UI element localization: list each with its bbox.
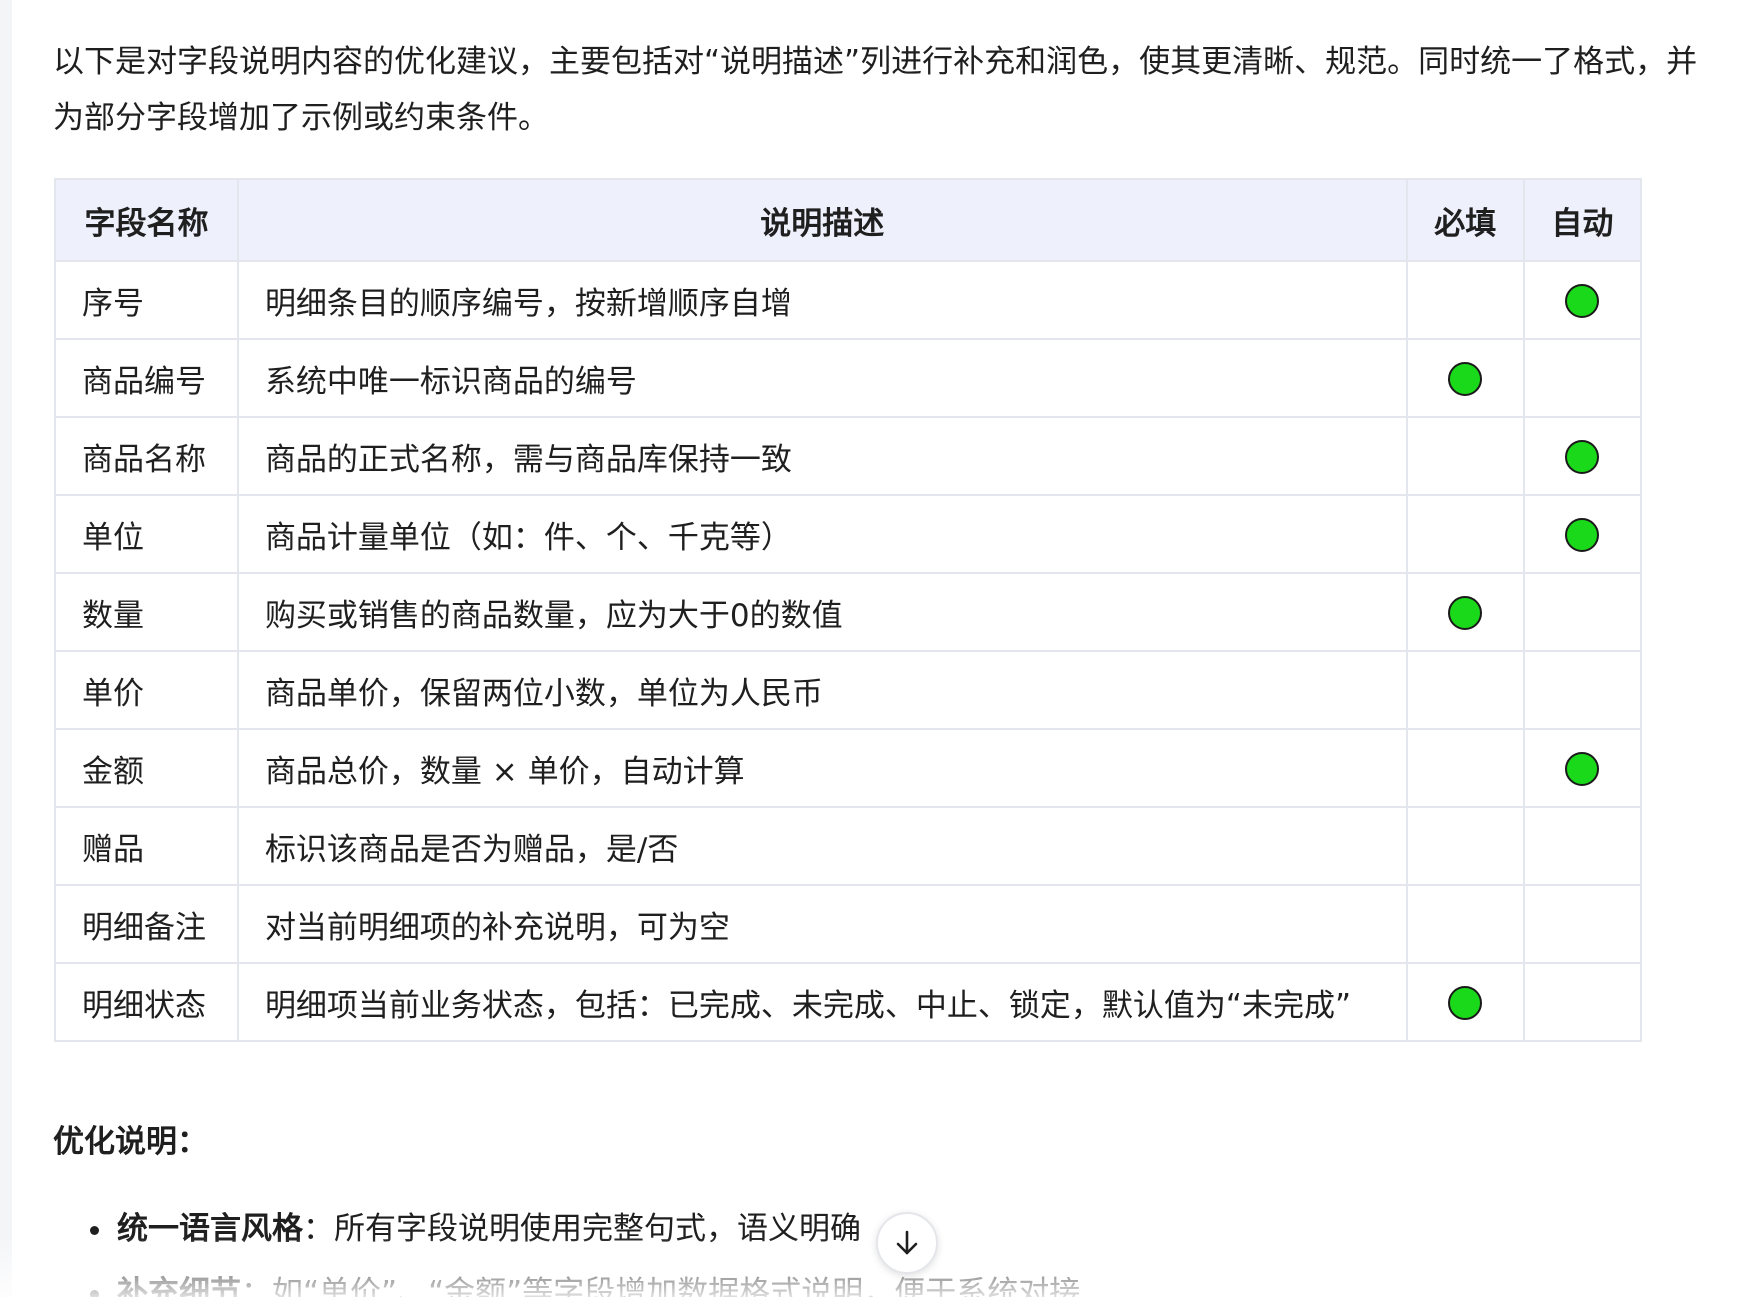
cell-auto <box>1522 338 1643 418</box>
required-indicator-dot <box>1448 362 1483 397</box>
cell-field-name: 单位 <box>54 494 239 574</box>
cell-auto <box>1522 416 1643 496</box>
table-row: 商品名称 商品的正式名称，需与商品库保持一致 <box>54 416 1643 496</box>
cell-auto <box>1522 962 1643 1042</box>
header-description: 说明描述 <box>236 178 1408 262</box>
bullet-keyword: 补充细节 <box>117 1275 241 1297</box>
arrow-down-icon <box>896 1230 918 1255</box>
bullet-keyword: 统一语言风格 <box>117 1211 303 1247</box>
cell-description: 标识该商品是否为赠品，是/否 <box>236 806 1408 886</box>
auto-indicator-dot <box>1565 752 1600 787</box>
table-row: 商品编号 系统中唯一标识商品的编号 <box>54 338 1643 418</box>
bullet-text: ：如“单价”、“金额”等字段增加数据格式说明，便于系统对接 <box>241 1275 1081 1297</box>
cell-required <box>1405 884 1525 964</box>
cell-description: 商品的正式名称，需与商品库保持一致 <box>236 416 1408 496</box>
cell-field-name: 单价 <box>54 650 239 730</box>
cell-auto <box>1522 650 1643 730</box>
required-indicator-dot <box>1448 596 1483 631</box>
cell-required <box>1405 650 1525 730</box>
table-row: 序号 明细条目的顺序编号，按新增顺序自增 <box>54 260 1643 340</box>
table-row: 明细备注 对当前明细项的补充说明，可为空 <box>54 884 1643 964</box>
cell-auto <box>1522 806 1643 886</box>
auto-indicator-dot <box>1565 440 1600 475</box>
header-required: 必填 <box>1405 178 1525 262</box>
table-row: 单位 商品计量单位（如：件、个、千克等） <box>54 494 1643 574</box>
cell-auto <box>1522 728 1643 808</box>
cell-field-name: 赠品 <box>54 806 239 886</box>
cell-required <box>1405 338 1525 418</box>
table-row: 明细状态 明细项当前业务状态，包括：已完成、未完成、中止、锁定，默认值为“未完成” <box>54 962 1643 1042</box>
cell-required <box>1405 260 1525 340</box>
cell-field-name: 金额 <box>54 728 239 808</box>
cell-description: 商品计量单位（如：件、个、千克等） <box>236 494 1408 574</box>
bullet-text: ：所有字段说明使用完整句式，语义明确 <box>303 1211 861 1247</box>
cell-auto <box>1522 494 1643 574</box>
scroll-to-bottom-button[interactable] <box>876 1212 938 1274</box>
cell-required <box>1405 806 1525 886</box>
table-row: 数量 购买或销售的商品数量，应为大于0的数值 <box>54 572 1643 652</box>
notes-bullet-item: 补充细节：如“单价”、“金额”等字段增加数据格式说明，便于系统对接 <box>86 1271 1080 1297</box>
table-row: 单价 商品单价，保留两位小数，单位为人民币 <box>54 650 1643 730</box>
table-row: 赠品 标识该商品是否为赠品，是/否 <box>54 806 1643 886</box>
cell-description: 对当前明细项的补充说明，可为空 <box>236 884 1408 964</box>
cell-field-name: 序号 <box>54 260 239 340</box>
cell-field-name: 数量 <box>54 572 239 652</box>
header-auto: 自动 <box>1522 178 1643 262</box>
cell-description: 明细项当前业务状态，包括：已完成、未完成、中止、锁定，默认值为“未完成” <box>236 962 1408 1042</box>
cell-description: 商品单价，保留两位小数，单位为人民币 <box>236 650 1408 730</box>
table-body: 序号 明细条目的顺序编号，按新增顺序自增 商品编号 系统中唯一标识商品的编号 商品名称商… <box>54 260 1643 1042</box>
table-header-row: 字段名称 说明描述 必填 自动 <box>54 178 1643 262</box>
left-panel-edge <box>0 0 12 1297</box>
cell-required <box>1405 416 1525 496</box>
intro-line-2: 为部分字段增加了示例或约束条件。 <box>53 100 549 136</box>
cell-field-name: 明细备注 <box>54 884 239 964</box>
cell-auto <box>1522 572 1643 652</box>
auto-indicator-dot <box>1565 518 1600 553</box>
cell-auto <box>1522 884 1643 964</box>
cell-required <box>1405 572 1525 652</box>
cell-required <box>1405 728 1525 808</box>
field-description-table: 字段名称 说明描述 必填 自动 序号 明细条目的顺序编号，按新增顺序自增 商品编号系… <box>54 178 1643 1042</box>
notes-heading: 优化说明： <box>53 1124 208 1160</box>
intro-line-1: 以下是对字段说明内容的优化建议，主要包括对“说明描述”列进行补充和润色，使其更清… <box>53 44 1698 80</box>
header-field-name: 字段名称 <box>54 178 239 262</box>
cell-field-name: 明细状态 <box>54 962 239 1042</box>
required-indicator-dot <box>1448 986 1483 1021</box>
cell-description: 商品总价，数量 × 单价，自动计算 <box>236 728 1408 808</box>
cell-required <box>1405 494 1525 574</box>
cell-auto <box>1522 260 1643 340</box>
cell-required <box>1405 962 1525 1042</box>
chat-response-page: 以下是对字段说明内容的优化建议，主要包括对“说明描述”列进行补充和润色，使其更清… <box>0 0 1751 1297</box>
cell-description: 系统中唯一标识商品的编号 <box>236 338 1408 418</box>
intro-paragraph: 以下是对字段说明内容的优化建议，主要包括对“说明描述”列进行补充和润色，使其更清… <box>53 34 1751 146</box>
cell-field-name: 商品名称 <box>54 416 239 496</box>
cell-field-name: 商品编号 <box>54 338 239 418</box>
table-row: 金额 商品总价，数量 × 单价，自动计算 <box>54 728 1643 808</box>
cell-description: 购买或销售的商品数量，应为大于0的数值 <box>236 572 1408 652</box>
auto-indicator-dot <box>1565 284 1600 319</box>
cell-description: 明细条目的顺序编号，按新增顺序自增 <box>236 260 1408 340</box>
